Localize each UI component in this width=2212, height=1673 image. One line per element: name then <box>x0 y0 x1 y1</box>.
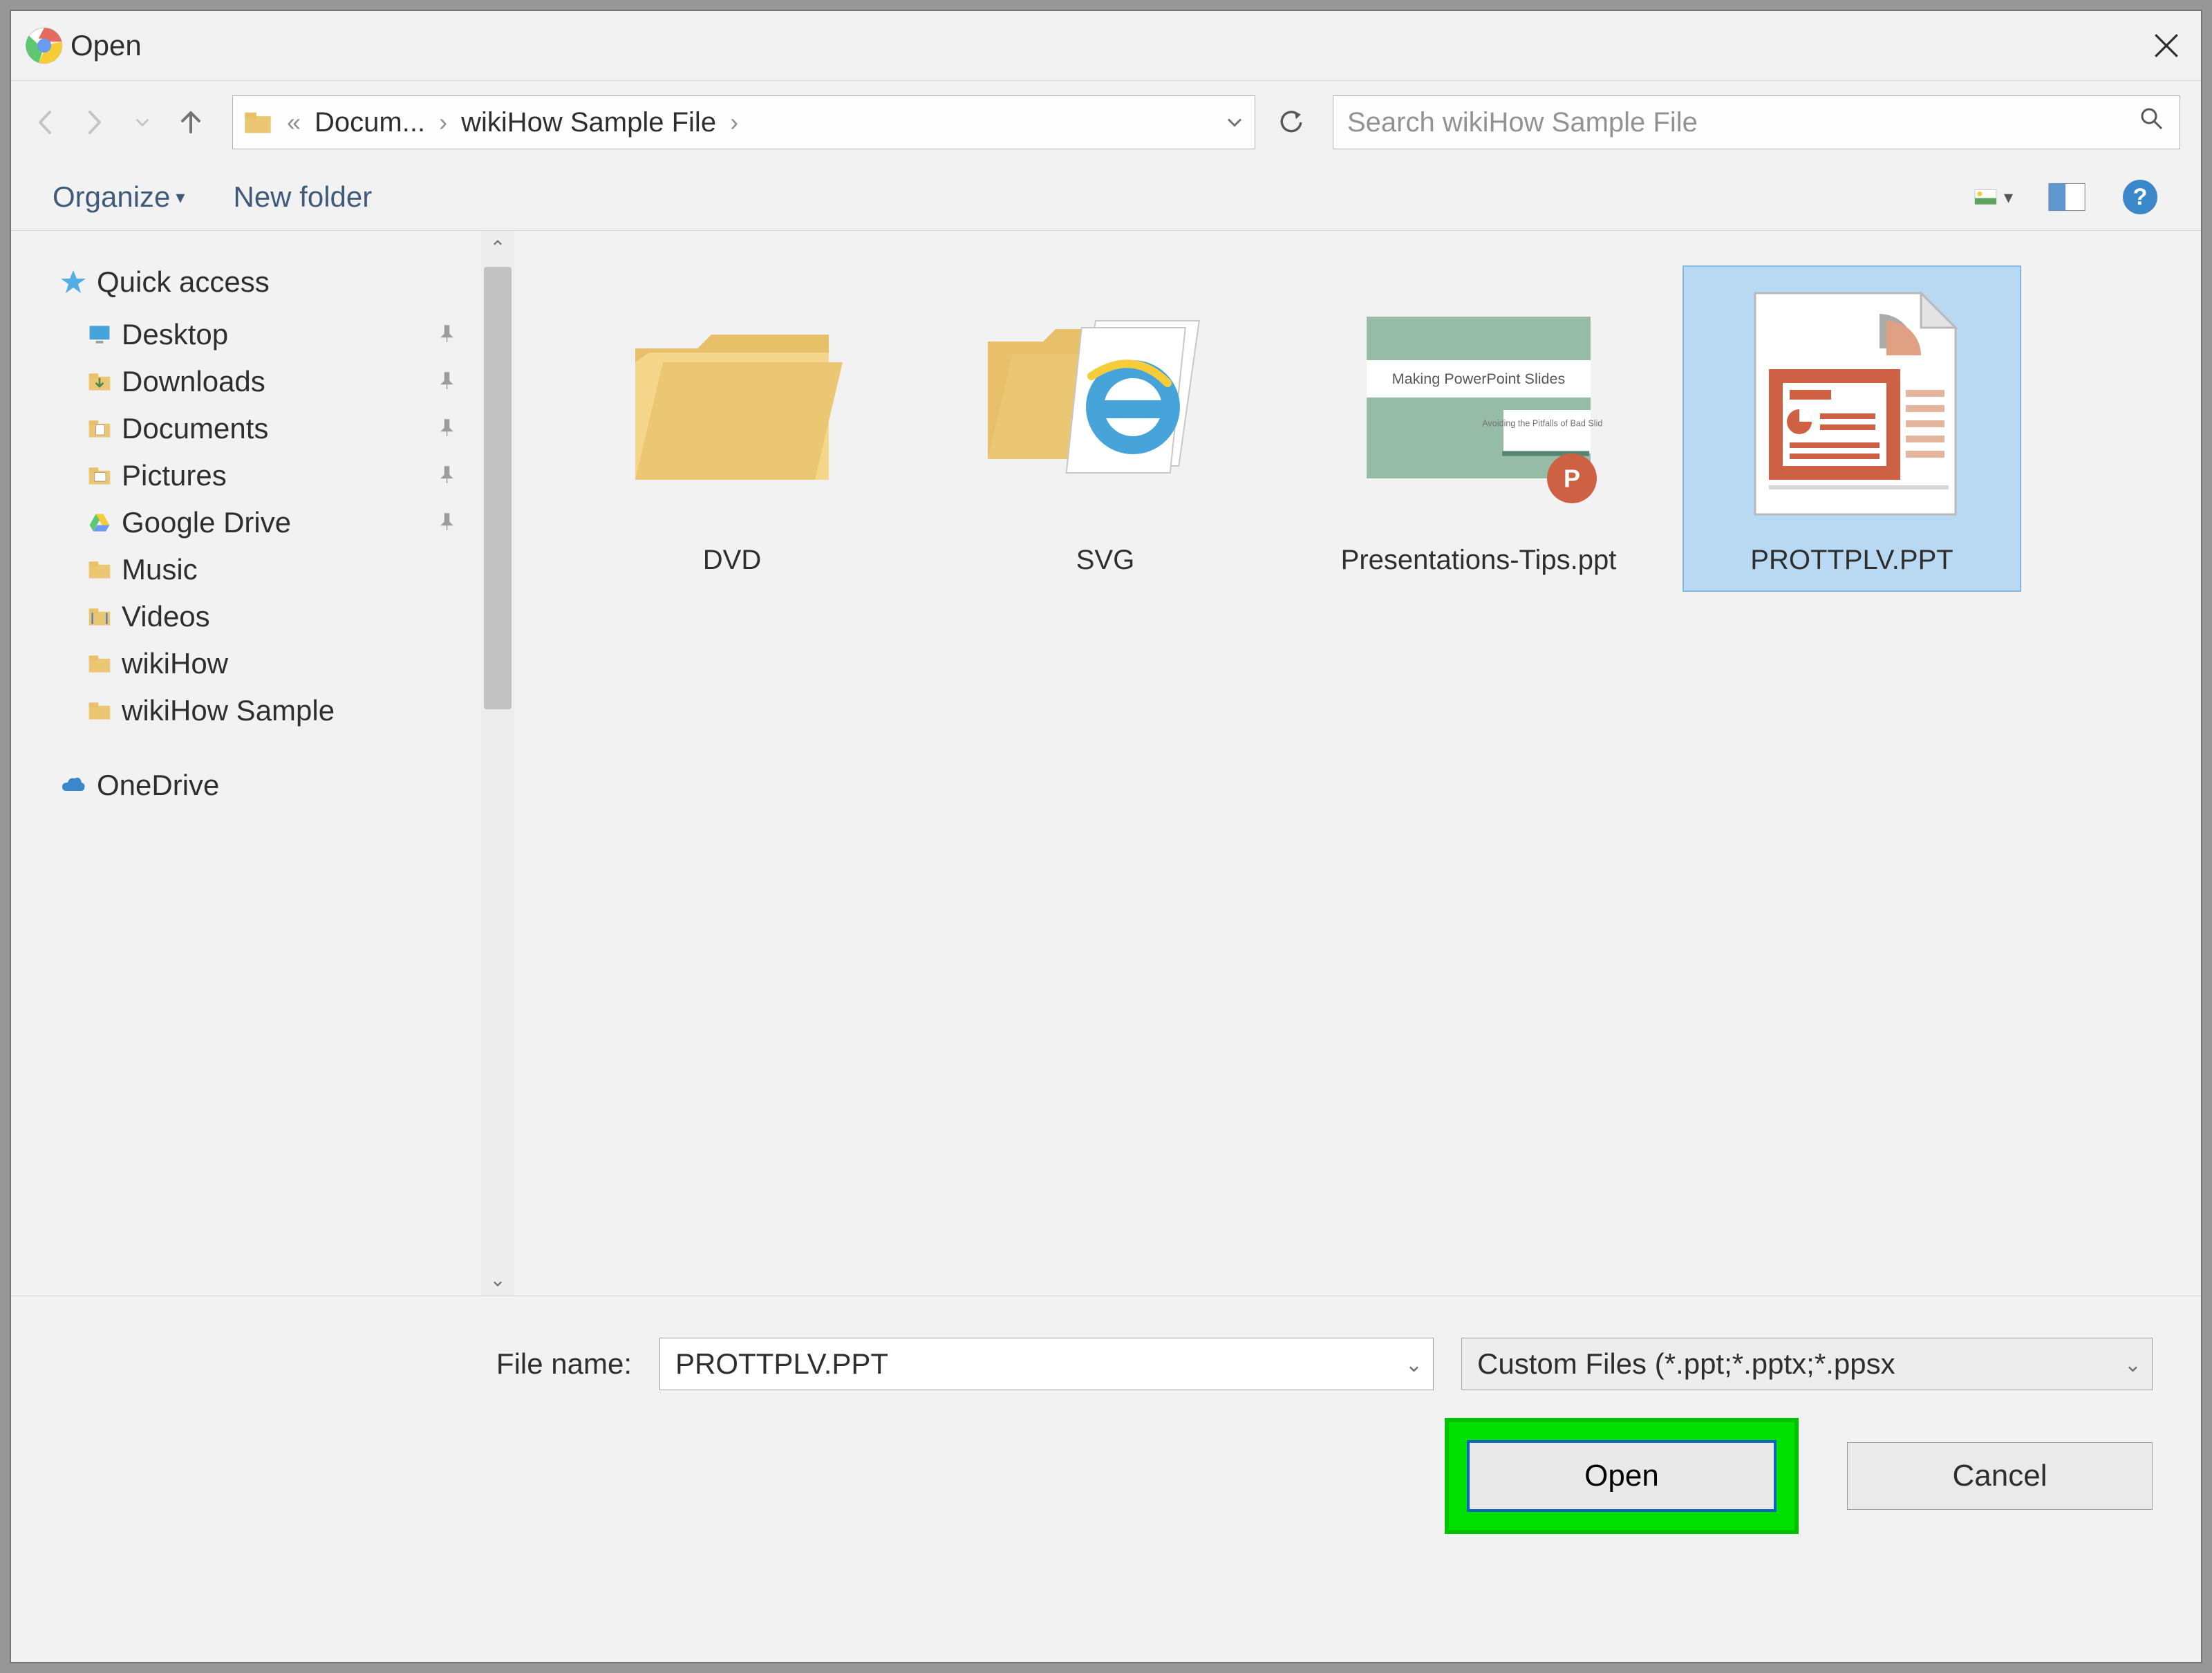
pin-icon <box>435 506 456 539</box>
svg-text:?: ? <box>2133 184 2148 210</box>
file-label: SVG <box>1076 542 1134 578</box>
dialog-body: Quick access Desktop Downloads Documents <box>11 231 2201 1296</box>
svg-text:Making PowerPoint Slides: Making PowerPoint Slides <box>1392 370 1566 387</box>
cancel-button[interactable]: Cancel <box>1847 1442 2153 1510</box>
svg-text:Avoiding the Pitfalls of Bad S: Avoiding the Pitfalls of Bad Slides <box>1482 418 1603 428</box>
new-folder-button[interactable]: New folder <box>233 180 372 214</box>
chrome-icon <box>25 26 64 65</box>
address-bar[interactable]: « Docum... › wikiHow Sample File › <box>232 95 1255 149</box>
tree-item-documents[interactable]: Documents <box>59 405 481 452</box>
google-drive-icon <box>87 510 112 535</box>
tree-item-desktop[interactable]: Desktop <box>59 311 481 358</box>
folder-tree[interactable]: Quick access Desktop Downloads Documents <box>11 231 481 1296</box>
chevron-down-icon[interactable]: ⌄ <box>2124 1353 2141 1377</box>
ppt-file-icon <box>1727 279 1976 528</box>
file-label: Presentations-Tips.ppt <box>1341 542 1617 578</box>
close-icon <box>2152 31 2181 60</box>
folder-icon <box>87 557 112 582</box>
file-name-input[interactable] <box>659 1338 1434 1390</box>
search-input[interactable]: Search wikiHow Sample File <box>1333 95 2180 149</box>
file-item-svg-folder[interactable]: SVG <box>936 265 1275 592</box>
refresh-icon <box>1275 106 1307 138</box>
tree-item-pictures[interactable]: Pictures <box>59 452 481 499</box>
toolbar: Organize▾ New folder ▾ ? <box>11 164 2201 230</box>
file-type-filter[interactable]: Custom Files (*.ppt;*.pptx;*.ppsx <box>1461 1338 2153 1390</box>
downloads-icon <box>87 369 112 394</box>
pin-icon <box>435 365 456 398</box>
folder-icon <box>87 698 112 723</box>
ppt-thumbnail-icon: Making PowerPoint Slides Avoiding the Pi… <box>1354 279 1603 528</box>
navigation-pane: Quick access Desktop Downloads Documents <box>11 231 514 1296</box>
folder-icon <box>608 279 856 528</box>
picture-icon <box>1974 181 1997 213</box>
scroll-down-icon[interactable]: ⌃ <box>481 1262 514 1296</box>
tree-item-wikihow[interactable]: wikiHow <box>59 640 481 687</box>
onedrive-icon <box>59 772 87 799</box>
dialog-title: Open <box>64 29 142 62</box>
file-label: PROTTPLV.PPT <box>1750 542 1953 578</box>
onedrive-group[interactable]: OneDrive <box>59 769 481 802</box>
dialog-footer: File name: ⌄ Custom Files (*.ppt;*.pptx;… <box>11 1296 2201 1607</box>
panel-icon <box>2047 181 2086 213</box>
address-row: « Docum... › wikiHow Sample File › Searc… <box>11 81 2201 164</box>
titlebar: Open <box>11 11 2201 81</box>
breadcrumb-ellipsis: « <box>283 108 305 137</box>
file-item-dvd-folder[interactable]: DVD <box>563 265 901 592</box>
documents-icon <box>87 416 112 441</box>
pin-icon <box>435 318 456 351</box>
organize-menu[interactable]: Organize▾ <box>53 180 185 214</box>
up-button[interactable] <box>177 109 205 136</box>
refresh-button[interactable] <box>1271 102 1312 143</box>
pictures-icon <box>87 463 112 488</box>
tree-item-videos[interactable]: Videos <box>59 593 481 640</box>
view-options-button[interactable]: ▾ <box>1974 178 2013 216</box>
preview-pane-button[interactable] <box>2047 178 2086 216</box>
file-item-presentations-tips[interactable]: Making PowerPoint Slides Avoiding the Pi… <box>1309 265 1648 592</box>
scroll-up-icon[interactable]: ⌃ <box>481 231 514 264</box>
desktop-icon <box>87 322 112 347</box>
back-button[interactable] <box>32 109 59 136</box>
open-button-highlight: Open <box>1445 1418 1799 1534</box>
tree-item-downloads[interactable]: Downloads <box>59 358 481 405</box>
folder-icon <box>243 107 273 138</box>
quick-access-group[interactable]: Quick access <box>59 265 481 299</box>
file-item-prottplv-selected[interactable]: PROTTPLV.PPT <box>1683 265 2021 592</box>
folder-icon <box>87 651 112 676</box>
videos-icon <box>87 604 112 629</box>
svg-text:P: P <box>1564 465 1580 493</box>
star-icon <box>59 268 87 296</box>
close-button[interactable] <box>2146 25 2187 66</box>
chevron-right-icon: › <box>726 108 742 137</box>
help-button[interactable]: ? <box>2121 178 2159 216</box>
pin-icon <box>435 459 456 492</box>
search-placeholder: Search wikiHow Sample File <box>1347 107 1698 138</box>
chevron-down-icon[interactable]: ⌄ <box>1405 1353 1423 1377</box>
open-button[interactable]: Open <box>1467 1440 1777 1512</box>
folder-ie-icon <box>981 279 1230 528</box>
file-list[interactable]: DVD SVG <box>514 231 2201 1296</box>
chevron-down-icon[interactable] <box>1224 112 1245 133</box>
forward-button[interactable] <box>80 109 108 136</box>
open-dialog: Open « Docum... › wikiHow Sample File › … <box>10 10 2202 1663</box>
navpane-scrollbar[interactable]: ⌃ ⌃ <box>481 231 514 1296</box>
recent-dropdown[interactable] <box>129 109 156 136</box>
breadcrumb-item[interactable]: Docum... <box>315 107 425 138</box>
tree-item-google-drive[interactable]: Google Drive <box>59 499 481 546</box>
help-icon: ? <box>2121 178 2159 216</box>
pin-icon <box>435 412 456 445</box>
tree-item-wikihow-sample[interactable]: wikiHow Sample <box>59 687 481 734</box>
file-label: DVD <box>703 542 761 578</box>
breadcrumb-item[interactable]: wikiHow Sample File <box>461 107 716 138</box>
scrollbar-thumb[interactable] <box>484 267 512 709</box>
file-name-label: File name: <box>496 1347 632 1381</box>
tree-item-music[interactable]: Music <box>59 546 481 593</box>
search-icon <box>2138 105 2166 140</box>
chevron-right-icon: › <box>435 108 451 137</box>
